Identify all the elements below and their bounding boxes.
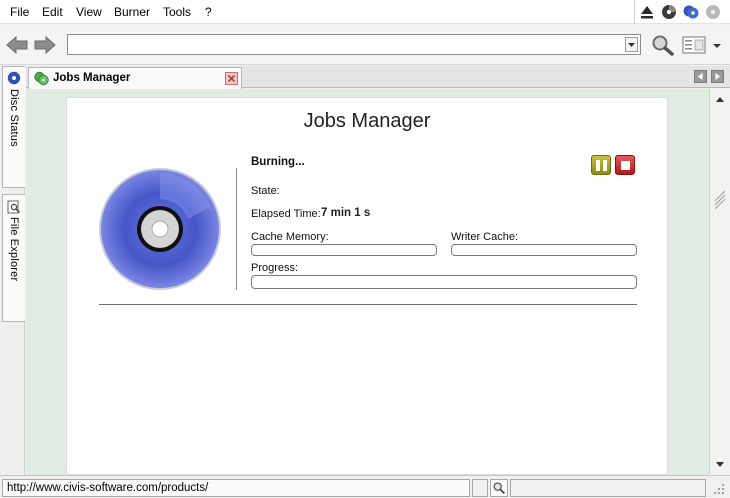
back-arrow-icon[interactable] — [6, 35, 28, 55]
menu-tools[interactable]: Tools — [163, 5, 191, 19]
status-url: http://www.civis-software.com/products/ — [2, 479, 470, 497]
menu-help[interactable]: ? — [205, 5, 212, 19]
magnifier-icon[interactable] — [651, 34, 675, 56]
progress-label: Progress: — [251, 262, 299, 274]
state-label: State: — [251, 185, 280, 197]
elapsed-time-label: Elapsed Time: — [251, 208, 321, 220]
menu-edit[interactable]: Edit — [42, 5, 63, 19]
page-title: Jobs Manager — [303, 110, 431, 132]
magnifier-icon[interactable] — [490, 479, 508, 497]
pause-button[interactable] — [591, 155, 611, 175]
cache-memory-bar — [251, 244, 437, 256]
chevron-down-icon[interactable] — [711, 38, 723, 52]
writer-cache-bar — [451, 244, 637, 256]
menu-burner[interactable]: Burner — [114, 5, 150, 19]
job-status-text: Burning... — [251, 156, 305, 168]
close-icon[interactable] — [225, 72, 238, 85]
disc-info-icon — [7, 71, 21, 85]
tab-title: Jobs Manager — [53, 72, 131, 84]
scroll-down-icon[interactable] — [713, 457, 727, 471]
address-dropdown-button[interactable] — [625, 37, 638, 52]
content-area: Jobs Manager Burning... State: Elapsed T… — [26, 89, 709, 475]
status-cell — [472, 479, 488, 497]
menu-file[interactable]: File — [10, 5, 29, 19]
pause-icon — [603, 160, 607, 171]
disc-icon — [99, 168, 221, 290]
status-bar: http://www.civis-software.com/products/ — [0, 475, 730, 498]
elapsed-time-value: 7 min 1 s — [321, 207, 371, 219]
tab-scroll-left-icon[interactable] — [694, 70, 707, 83]
resize-grip-icon[interactable] — [712, 482, 726, 496]
forward-arrow-icon[interactable] — [34, 35, 56, 55]
cache-memory-label: Cache Memory: — [251, 231, 329, 243]
chevron-down-icon — [628, 43, 635, 47]
side-tab-disc-status[interactable]: Disc Status — [2, 66, 25, 188]
disc-blue-icon[interactable] — [683, 4, 699, 20]
vertical-divider — [236, 168, 237, 290]
scroll-up-icon[interactable] — [713, 93, 727, 107]
side-tab-file-explorer[interactable]: File Explorer — [2, 194, 25, 322]
eject-icon[interactable] — [639, 4, 655, 20]
progress-bar — [251, 275, 637, 289]
menu-bar: File Edit View Burner Tools ? — [0, 0, 730, 24]
writer-cache-label: Writer Cache: — [451, 231, 519, 243]
horizontal-divider — [99, 304, 637, 305]
side-tab-label: File Explorer — [8, 217, 20, 282]
status-cell — [510, 479, 706, 497]
pause-icon — [596, 160, 600, 171]
side-tab-strip: Disc Status File Explorer — [0, 66, 25, 475]
file-search-icon — [7, 200, 20, 214]
vertical-scrollbar[interactable] — [709, 89, 730, 475]
top-icon-group — [634, 0, 730, 24]
app-window: File Edit View Burner Tools ? Disc Statu… — [0, 0, 730, 498]
address-combobox[interactable] — [67, 34, 641, 55]
stop-button[interactable] — [615, 155, 635, 175]
tab-scroll-right-icon[interactable] — [711, 70, 724, 83]
tab-jobs-manager[interactable]: Jobs Manager — [28, 67, 242, 89]
disc-gray-icon[interactable] — [705, 4, 721, 20]
disc-dark-icon[interactable] — [661, 4, 677, 20]
stop-icon — [621, 161, 630, 170]
document-tab-bar: Jobs Manager — [26, 66, 730, 89]
side-tab-label: Disc Status — [8, 89, 20, 147]
jobs-manager-panel: Jobs Manager Burning... State: Elapsed T… — [66, 97, 668, 475]
menu-view[interactable]: View — [76, 5, 102, 19]
jobs-discs-icon — [34, 71, 49, 86]
view-mode-icon[interactable] — [682, 36, 706, 54]
toolbar — [0, 25, 730, 65]
scroll-grip-icon[interactable] — [712, 185, 728, 209]
